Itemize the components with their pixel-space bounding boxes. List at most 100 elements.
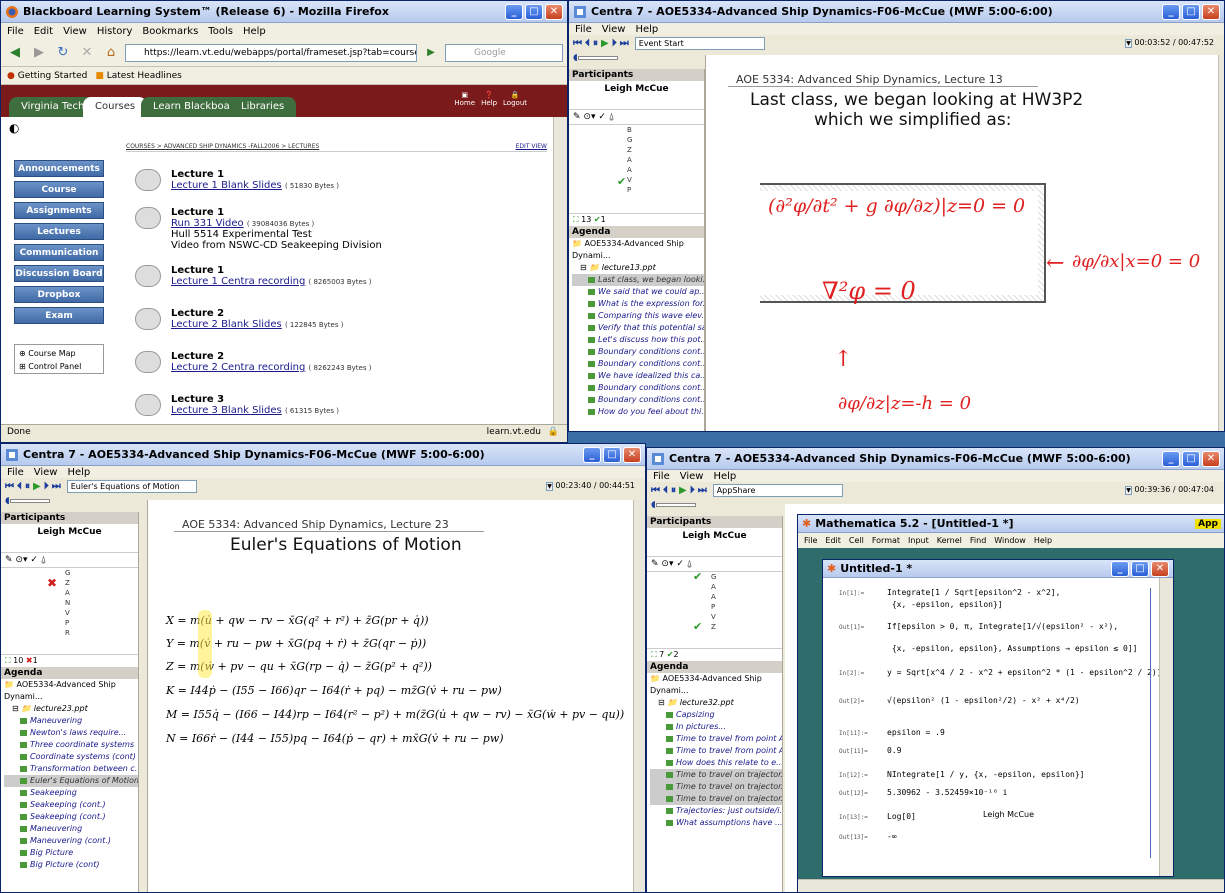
next-icon[interactable]: ⏵ [690, 485, 695, 496]
notebook-cell[interactable]: In[13]:= Log[0] [839, 812, 916, 821]
scrollbar[interactable] [633, 500, 645, 892]
agenda-item[interactable]: Coordinate systems (cont) [4, 751, 138, 763]
agenda-item[interactable]: Boundary conditions cont... [572, 382, 704, 394]
agenda-item[interactable]: Transformation between c... [4, 763, 138, 775]
agenda-file[interactable]: ⊟ 📁 lecture32.ppt [650, 697, 782, 709]
notebook-titlebar[interactable]: ✱ Untitled-1 * _ □ ✕ [823, 560, 1173, 578]
agenda-item[interactable]: Time to travel on trajector... [650, 793, 782, 805]
agenda-item[interactable]: Time to travel from point A... [650, 745, 782, 757]
go-icon[interactable]: ▶ [421, 43, 441, 63]
menu-tools[interactable]: Tools [208, 26, 233, 37]
agenda-item[interactable]: Verify that this potential sa... [572, 322, 704, 334]
centra-titlebar[interactable]: Centra 7 - AOE5334-Advanced Ship Dynamic… [1, 444, 645, 466]
play-icon[interactable]: ▶ [679, 485, 687, 496]
centra-titlebar[interactable]: Centra 7 - AOE5334-Advanced Ship Dynamic… [647, 448, 1224, 470]
agenda-item[interactable]: Let's discuss how this pot... [572, 334, 704, 346]
agenda-item[interactable]: Time to travel on trajector... [650, 769, 782, 781]
agenda-item[interactable]: Trajectories: just outside/i... [650, 805, 782, 817]
menu-view[interactable]: View [680, 471, 704, 482]
agenda-root[interactable]: 📁 AOE5334-Advanced Ship Dynami... [572, 238, 704, 262]
pause-icon[interactable]: ⏸ [25, 481, 30, 492]
agenda-item[interactable]: Time to travel from point A... [650, 733, 782, 745]
pause-icon[interactable]: ⏸ [593, 38, 598, 49]
previous-icon[interactable]: ⏴ [663, 485, 668, 496]
agenda-file[interactable]: ⊟ 📁 lecture23.ppt [4, 703, 138, 715]
menu-find[interactable]: Find [970, 536, 986, 545]
menu-edit[interactable]: Edit [34, 26, 53, 37]
pause-icon[interactable]: ⏸ [671, 485, 676, 496]
agenda-item[interactable]: How does this relate to e... [650, 757, 782, 769]
menu-kernel[interactable]: Kernel [937, 536, 962, 545]
menu-view[interactable]: View [602, 24, 626, 35]
close-button[interactable]: ✕ [1202, 3, 1220, 20]
course-map-link[interactable]: ⊕ Course Map [19, 347, 99, 360]
close-button[interactable]: ✕ [545, 3, 563, 20]
nav-communication[interactable]: Communication [14, 244, 104, 261]
maximize-button[interactable]: □ [1182, 3, 1200, 20]
agenda-item[interactable]: Boundary conditions cont... [572, 346, 704, 358]
skip-end-icon[interactable]: ⏭ [698, 485, 707, 496]
nav-assignments[interactable]: Assignments [14, 202, 104, 219]
play-icon[interactable]: ▶ [33, 481, 41, 492]
horizontal-scrollbar[interactable] [798, 879, 1224, 892]
scrollbar[interactable] [1159, 578, 1173, 876]
skip-start-icon[interactable]: ⏮ [5, 481, 14, 492]
agenda-item[interactable]: How do you feel about thi... [572, 406, 704, 418]
forward-icon[interactable]: ▶ [29, 43, 49, 63]
agenda-item[interactable]: Seakeeping [4, 787, 138, 799]
agenda-item[interactable]: Maneuvering [4, 823, 138, 835]
nav-course-information[interactable]: Course Information [14, 181, 104, 212]
menu-format[interactable]: Format [872, 536, 900, 545]
agenda-item[interactable]: We have idealized this ca... [572, 370, 704, 382]
minimize-button[interactable]: _ [1162, 450, 1180, 467]
agenda-item[interactable]: Time to travel on trajector... [650, 781, 782, 793]
notebook-cell[interactable]: Out[1]= If[epsilon > 0, π, Integrate[1/√(… [839, 622, 1118, 631]
agenda-item[interactable]: Big Picture (cont) [4, 859, 138, 871]
notebook-cell[interactable]: Out[12]= 5.30962 - 3.52459×10⁻¹⁶ i [839, 788, 1007, 797]
bookmark-getting-started[interactable]: ● Getting Started [7, 71, 87, 81]
previous-icon[interactable]: ⏴ [17, 481, 22, 492]
dropdown-icon[interactable]: ▼ [1125, 485, 1132, 495]
scrollbar[interactable] [553, 117, 567, 424]
agenda-item[interactable]: Seakeeping (cont.) [4, 799, 138, 811]
menu-bookmarks[interactable]: Bookmarks [142, 26, 198, 37]
dropdown-icon[interactable]: ▼ [546, 481, 553, 491]
back-icon[interactable]: ◀ [5, 43, 25, 63]
minimize-button[interactable]: _ [583, 446, 601, 463]
minimize-button[interactable]: _ [1162, 3, 1180, 20]
menu-edit[interactable]: Edit [825, 536, 841, 545]
notebook-cell[interactable]: Out[13]= -∞ [839, 832, 897, 841]
nav-exam[interactable]: Exam [14, 307, 104, 324]
menu-window[interactable]: Window [994, 536, 1026, 545]
close-button[interactable]: ✕ [1151, 560, 1169, 577]
next-icon[interactable]: ⏵ [612, 38, 617, 49]
lecture-link[interactable]: Lecture 1 Blank Slides [171, 180, 282, 191]
volume-slider[interactable]: ◖ [651, 500, 715, 510]
menu-view[interactable]: View [63, 26, 87, 37]
edit-view-link[interactable]: EDIT VIEW [516, 143, 547, 150]
firefox-titlebar[interactable]: Blackboard Learning System™ (Release 6) … [1, 1, 567, 23]
help-link[interactable]: ❓ Help [481, 91, 497, 107]
notebook-cell[interactable]: {x, -epsilon, epsilon}, Assumptions → ep… [839, 644, 1138, 653]
url-bar[interactable]: https://learn.vt.edu/webapps/portal/fram… [125, 43, 417, 62]
logout-link[interactable]: 🔒 Logout [503, 91, 527, 107]
skip-end-icon[interactable]: ⏭ [620, 38, 629, 49]
notebook-cell[interactable]: In[1]:= Integrate[1 / Sqrt[epsilon^2 - x^… [839, 588, 1060, 597]
nav-lectures[interactable]: Lectures [14, 223, 104, 240]
collapse-icon[interactable]: ◐ [9, 121, 19, 135]
agenda-item[interactable]: What is the expression for... [572, 298, 704, 310]
close-button[interactable]: ✕ [623, 446, 641, 463]
notebook-cell[interactable]: In[2]:= y = Sqrt[x^4 / 2 - x^2 + epsilon^… [839, 668, 1162, 677]
dropdown-icon[interactable]: ▼ [1125, 38, 1132, 48]
close-button[interactable]: ✕ [1202, 450, 1220, 467]
skip-end-icon[interactable]: ⏭ [52, 481, 61, 492]
notebook-cell[interactable]: Out[11]= 0.9 [839, 746, 901, 755]
lecture-link[interactable]: Lecture 2 Centra recording [171, 362, 305, 373]
breadcrumb[interactable]: COURSES > ADVANCED SHIP DYNAMICS -FALL20… [126, 143, 319, 150]
lecture-link[interactable]: Lecture 1 Centra recording [171, 276, 305, 287]
agenda-item[interactable]: Boundary conditions cont... [572, 358, 704, 370]
agenda-item[interactable]: What assumptions have ... [650, 817, 782, 829]
centra-titlebar[interactable]: Centra 7 - AOE5334-Advanced Ship Dynamic… [569, 1, 1224, 23]
skip-start-icon[interactable]: ⏮ [573, 38, 582, 49]
volume-slider[interactable]: ◖ [573, 53, 637, 63]
